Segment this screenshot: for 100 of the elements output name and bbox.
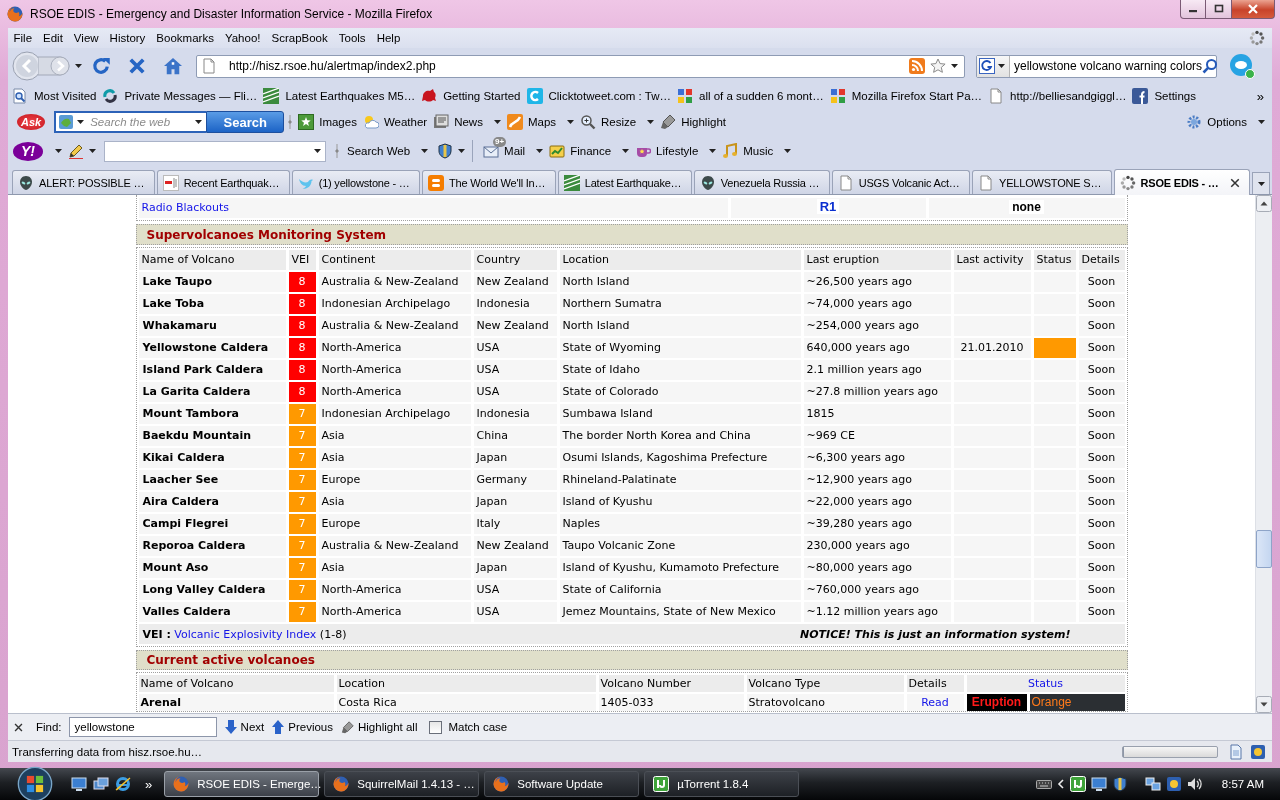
menu-item[interactable]: View	[68, 29, 105, 47]
bookmark-item[interactable]: Private Messages — Fli…	[99, 85, 261, 107]
tab[interactable]: The World We'll In…	[422, 170, 556, 194]
toolbar-button[interactable]: Lifestyle	[632, 139, 720, 163]
shield-icon[interactable]	[437, 143, 454, 159]
caret-icon[interactable]	[89, 149, 96, 153]
tile-icon[interactable]	[1069, 776, 1086, 792]
column-header: Name of Volcano	[138, 675, 334, 692]
tab-list-button[interactable]	[1252, 172, 1271, 194]
shield-icon[interactable]	[1111, 776, 1128, 792]
menu-item[interactable]: ScrapBook	[266, 29, 334, 47]
options-button[interactable]: Options	[1183, 110, 1268, 134]
column-header[interactable]: Status	[966, 675, 1125, 692]
pencil-icon[interactable]	[68, 143, 84, 159]
tab[interactable]: Recent Earthquak…	[156, 170, 290, 194]
scroll-up-button[interactable]	[1256, 195, 1272, 212]
tab[interactable]: Latest Earthquake…	[557, 170, 692, 194]
bookmark-item[interactable]: Settings	[1129, 85, 1199, 107]
home-icon[interactable]	[163, 56, 183, 76]
search-field[interactable]	[104, 140, 326, 162]
tab[interactable]: (1) yellowstone - …	[291, 170, 420, 194]
toolbar-button[interactable]: Resize	[577, 110, 658, 134]
close-icon[interactable]	[13, 721, 24, 733]
start-orb-icon[interactable]	[17, 766, 53, 800]
bookmark-item[interactable]: Mozilla Firefox Start Pa…	[826, 85, 986, 107]
minimize-button[interactable]	[1180, 0, 1206, 19]
search-button[interactable]: Search	[206, 111, 285, 133]
menu-item[interactable]: Bookmarks	[150, 29, 220, 47]
star-icon[interactable]	[930, 58, 946, 74]
tab[interactable]: USGS Volcanic Act…	[831, 170, 971, 194]
menu-item[interactable]: Help	[371, 29, 406, 47]
address-field[interactable]: http://hisz.rsoe.hu/alertmap/index2.php	[196, 54, 965, 78]
toolbar-button[interactable]: 9+ Mail	[480, 139, 547, 163]
taskbar-button[interactable]: µTorrent 1.8.4	[644, 771, 800, 797]
more-button[interactable]: »	[1256, 88, 1264, 104]
caret-icon[interactable]	[458, 149, 466, 153]
tab[interactable]: RSOE EDIS - …	[1113, 169, 1251, 195]
search-field[interactable]: Search the web	[54, 111, 207, 133]
scrollbar-track[interactable]	[1255, 195, 1272, 713]
globe-icon[interactable]	[115, 776, 131, 792]
maximize-button[interactable]	[1206, 0, 1232, 19]
bookmark-item[interactable]: Getting Started	[418, 85, 524, 107]
menu-item[interactable]: History	[104, 29, 151, 47]
clock-text[interactable]: 8:57 AM	[1221, 778, 1264, 790]
bookmark-item[interactable]: Most Visited	[9, 85, 100, 107]
highlight-all-button[interactable]: Highlight all	[341, 720, 418, 734]
toolbar-button[interactable]: Music	[719, 139, 795, 163]
caret-icon[interactable]	[951, 64, 958, 68]
read-link[interactable]: Read	[921, 696, 949, 709]
menu-item[interactable]: File	[8, 29, 38, 47]
tab[interactable]: ALERT: POSSIBLE …	[12, 170, 155, 194]
tab[interactable]: YELLOWSTONE S…	[972, 170, 1112, 194]
toolbar-button[interactable]: Weather	[359, 110, 431, 134]
scroll-down-button[interactable]	[1256, 696, 1272, 713]
search-engine-button[interactable]	[977, 55, 1010, 77]
taskbar-button[interactable]: SquirrelMail 1.4.13 - …	[324, 771, 480, 797]
taskbar-button[interactable]: RSOE EDIS - Emerge…	[164, 771, 320, 797]
caret-icon[interactable]	[75, 64, 82, 68]
checkbox-label[interactable]: Match case	[448, 721, 508, 733]
feed-icon[interactable]	[909, 58, 925, 74]
toolbar-button[interactable]: Images	[295, 110, 360, 134]
bookmark-item[interactable]: all of a sudden 6 mont…	[674, 85, 827, 107]
speaker-icon[interactable]	[1186, 776, 1203, 792]
tab[interactable]: Venezuela Russia …	[693, 170, 830, 194]
search-icon[interactable]	[1202, 58, 1219, 74]
toolbar-button[interactable]: News	[430, 110, 504, 134]
bookmark-item[interactable]: http://belliesandgiggl…	[985, 85, 1130, 107]
toolbar-button[interactable]: Finance	[546, 139, 633, 163]
checkbox[interactable]	[429, 720, 443, 734]
toolbar-button[interactable]: Highlight	[657, 110, 729, 134]
toolbar-button[interactable]: Maps	[503, 110, 578, 134]
table-cell: North-America	[318, 338, 471, 358]
more-button[interactable]: »	[145, 776, 153, 792]
next-button[interactable]: Next	[224, 719, 265, 735]
find-field[interactable]: yellowstone	[68, 717, 217, 737]
stop-icon[interactable]	[127, 56, 147, 76]
bookmark-item[interactable]: Latest Earthquakes M5…	[260, 85, 419, 107]
menu-item[interactable]: Edit	[37, 29, 69, 47]
previous-button[interactable]: Previous	[272, 719, 333, 735]
close-button[interactable]	[1232, 0, 1275, 19]
search-button[interactable]: Search Web	[344, 139, 432, 163]
search-field[interactable]: yellowstone volcano warning colors	[976, 54, 1217, 78]
scrollbar-thumb[interactable]	[1256, 530, 1272, 568]
menu-item[interactable]: Yahoo!	[219, 29, 266, 47]
windows-stack-icon[interactable]	[93, 776, 109, 792]
taskbar-button[interactable]: Software Update	[484, 771, 640, 797]
bookmark-item[interactable]: Clicktotweet.com : Tw…	[523, 85, 674, 107]
menu-item[interactable]: Tools	[333, 29, 372, 47]
chat-status-icon[interactable]	[1229, 53, 1255, 79]
link[interactable]: Volcanic Explosivity Index	[174, 627, 317, 641]
link[interactable]: Radio Blackouts	[141, 201, 230, 214]
monitor-icon[interactable]	[71, 776, 87, 792]
caret-icon[interactable]	[55, 149, 62, 153]
tile-icon[interactable]	[1165, 776, 1182, 792]
toolbar-logo[interactable]: Y!	[13, 141, 43, 161]
network-icon[interactable]	[1144, 776, 1161, 792]
close-icon[interactable]	[1229, 176, 1242, 189]
toolbar-logo[interactable]: Ask	[17, 114, 46, 130]
monitor-icon[interactable]	[1090, 776, 1107, 792]
reload-icon[interactable]	[91, 56, 111, 76]
